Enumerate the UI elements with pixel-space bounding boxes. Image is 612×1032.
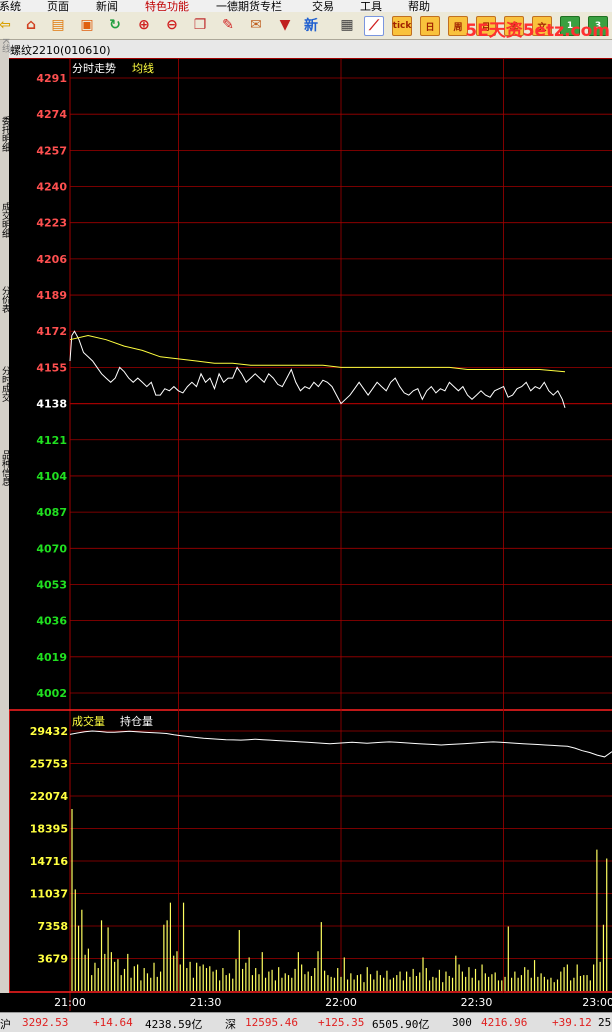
price-tick-label: 4274 <box>36 108 67 121</box>
database-icon[interactable]: ▤ <box>49 16 67 34</box>
back-icon[interactable]: ⇦ <box>0 16 14 34</box>
legend-price-line: 分时走势 <box>72 62 116 75</box>
sh-index: 3292.53 <box>22 1016 69 1029</box>
side-tab-minute-trades[interactable]: 分时成交 <box>0 366 10 426</box>
csi300-tail: 25 <box>598 1016 612 1029</box>
sz-change: +125.35 <box>318 1016 365 1029</box>
side-tab-kline[interactable]: K线 <box>0 38 10 88</box>
home-icon[interactable]: ⌂ <box>22 16 40 34</box>
legend-avg-line: 均线 <box>132 61 154 75</box>
time-tick-label: 22:00 <box>325 996 357 1009</box>
avg-price-line <box>69 334 566 373</box>
volume-tick-label: 22074 <box>30 790 69 803</box>
price-tick-label: 4155 <box>36 361 67 374</box>
price-tick-label: 4019 <box>36 651 67 664</box>
menu-trade[interactable]: 交易 <box>312 0 334 12</box>
price-tick-label: 4291 <box>36 72 67 85</box>
time-tick-label: 21:30 <box>190 996 222 1009</box>
zoom-in-icon[interactable]: ⊕ <box>135 16 153 34</box>
volume-tick-label: 7358 <box>37 920 68 933</box>
time-tick-label: 21:00 <box>54 996 86 1009</box>
price-tick-label: 4223 <box>36 217 67 230</box>
volume-tick-label: 11037 <box>30 888 68 901</box>
csi300-index: 4216.96 <box>481 1016 528 1029</box>
menu-page[interactable]: 页面 <box>47 0 69 12</box>
table-icon[interactable]: ▦ <box>338 16 356 34</box>
period-button-0[interactable]: tick <box>392 16 412 36</box>
menu-yide-column[interactable]: 一德期货专栏 <box>216 0 282 12</box>
menu-news[interactable]: 新闻 <box>96 0 118 12</box>
volume-tick-label: 25753 <box>30 758 68 771</box>
zoom-out-icon[interactable]: ⊖ <box>163 16 181 34</box>
side-tabs: K线 委托明细 成交明细 分价表 分时成交 品种信息 <box>0 38 10 993</box>
new-icon[interactable]: 新 <box>302 16 320 34</box>
status-bar: 沪 3292.53 +14.64 4238.59亿 深 12595.46 +12… <box>0 1012 612 1032</box>
time-tick-label: 23:00 <box>582 996 612 1009</box>
sh-label: 沪 <box>0 1018 11 1031</box>
price-tick-label: 4172 <box>36 325 67 338</box>
price-tick-label: 4087 <box>36 506 67 519</box>
sz-amount: 6505.90亿 <box>372 1018 430 1031</box>
news-icon[interactable]: ▣ <box>78 16 96 34</box>
menu-system[interactable]: 系统 <box>0 0 21 12</box>
volume-tick-label: 18395 <box>30 823 68 836</box>
period-button-1[interactable]: 日 <box>420 16 440 36</box>
csi300-change: +39.12 <box>552 1016 592 1029</box>
volume-tick-label: 14716 <box>30 855 69 868</box>
window-icon[interactable]: ❐ <box>191 16 209 34</box>
filter-icon[interactable]: ▼ <box>276 16 294 34</box>
menu-bar: 系统 页面 新闻 特色功能 一德期货专栏 交易 工具 帮助 <box>0 0 612 12</box>
price-tick-label: 4121 <box>36 434 67 447</box>
volume-tick-label: 3679 <box>37 953 68 966</box>
site-logo: 5E天资5etz.com <box>465 21 610 41</box>
price-tick-label: 4206 <box>36 253 67 266</box>
price-tick-label: 4036 <box>36 615 67 628</box>
menu-help[interactable]: 帮助 <box>408 0 430 12</box>
side-tab-product-info[interactable]: 品种信息 <box>0 450 10 510</box>
legend-open-interest: 持仓量 <box>120 714 153 728</box>
pen-icon[interactable]: ✎ <box>219 16 237 34</box>
price-tick-label: 4240 <box>36 181 67 194</box>
price-tick-label: 4138 <box>36 398 67 411</box>
side-tab-price-table[interactable]: 分价表 <box>0 286 10 336</box>
legend-volume: 成交量 <box>72 714 105 728</box>
volume-tick-label: 29432 <box>30 725 68 738</box>
menu-features[interactable]: 特色功能 <box>145 0 189 12</box>
chart-icon[interactable]: ⟋ <box>364 16 384 36</box>
toolbar: ⇦ ⌂ ▤ ▣ ↻ ⊕ ⊖ ❐ ✎ ✉ ▼ 新 ▦ ⟋ tick 日周月季文 1 3 5E天资5etz.com <box>0 12 612 41</box>
time-tick-label: 22:30 <box>461 996 493 1009</box>
side-tab-trade-detail[interactable]: 成交明细 <box>0 202 10 262</box>
contract-title: 螺纹2210(010610) <box>10 44 111 57</box>
contract-info-bar: 螺纹2210(010610) <box>0 40 612 58</box>
price-tick-label: 4189 <box>36 289 67 302</box>
intraday-chart[interactable]: 4291 4274 4257 4240 4223 4206 4189 4172 4155 4138… <box>9 58 612 1011</box>
csi300-label: 300 <box>452 1016 472 1029</box>
sz-index: 12595.46 <box>245 1016 298 1029</box>
price-tick-label: 4002 <box>36 687 67 700</box>
price-tick-label: 4104 <box>36 470 67 483</box>
sh-change: +14.64 <box>93 1016 133 1029</box>
side-tab-order-detail[interactable]: 委托明细 <box>0 116 10 176</box>
side-tab-new[interactable] <box>0 540 9 600</box>
stamp-icon[interactable]: ✉ <box>247 16 265 34</box>
price-tick-label: 4053 <box>36 578 67 591</box>
refresh-icon[interactable]: ↻ <box>106 16 124 34</box>
price-tick-label: 4257 <box>36 144 67 157</box>
sh-amount: 4238.59亿 <box>145 1018 203 1031</box>
sz-label: 深 <box>225 1018 236 1031</box>
price-tick-label: 4070 <box>36 542 67 555</box>
menu-tools[interactable]: 工具 <box>360 0 382 12</box>
